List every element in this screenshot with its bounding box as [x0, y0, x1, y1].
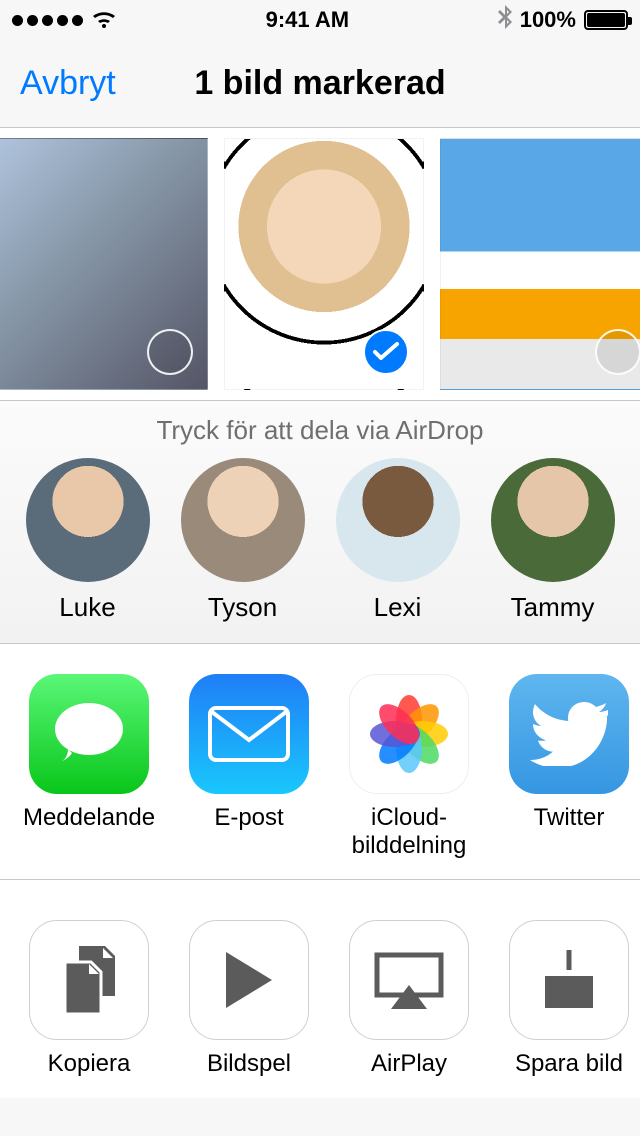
share-apps-row[interactable]: Meddelande E-post	[0, 674, 640, 859]
status-time: 9:41 AM	[266, 7, 350, 33]
status-bar: 9:41 AM 100%	[0, 0, 640, 40]
selection-checkmark-icon[interactable]	[363, 329, 409, 375]
action-slideshow[interactable]: Bildspel	[184, 920, 314, 1078]
battery-percentage: 100%	[520, 7, 576, 33]
battery-icon	[584, 10, 628, 30]
share-app-messages[interactable]: Meddelande	[24, 674, 154, 859]
avatar	[491, 458, 615, 582]
share-app-twitter[interactable]: Twitter	[504, 674, 634, 859]
photo-strip[interactable]	[0, 128, 640, 400]
signal-strength-icon	[12, 15, 83, 26]
status-right: 100%	[498, 5, 628, 35]
download-icon	[509, 920, 629, 1040]
action-airplay[interactable]: AirPlay	[344, 920, 474, 1078]
airdrop-contact[interactable]: Tammy	[478, 458, 628, 623]
actions-row[interactable]: Kopiera Bildspel AirPlay Spara bild	[0, 920, 640, 1078]
photo-thumbnail[interactable]	[0, 138, 208, 390]
app-label: iCloud-bilddelning	[344, 804, 474, 859]
action-save-image[interactable]: Spara bild	[504, 920, 634, 1078]
status-left	[12, 10, 117, 30]
selection-circle-icon[interactable]	[147, 329, 193, 375]
photo-thumbnail[interactable]	[440, 138, 640, 390]
share-app-icloud-photo-sharing[interactable]: iCloud-bilddelning	[344, 674, 474, 859]
bluetooth-icon	[498, 5, 512, 35]
action-label: Kopiera	[48, 1050, 131, 1078]
actions-section: Kopiera Bildspel AirPlay Spara bild	[0, 880, 640, 1098]
action-label: Bildspel	[207, 1050, 291, 1078]
airdrop-contacts-row: Luke Tyson Lexi Tammy	[0, 458, 640, 623]
photo-thumbnail[interactable]	[224, 138, 424, 390]
action-label: AirPlay	[371, 1050, 447, 1078]
share-apps-section: Meddelande E-post	[0, 644, 640, 880]
contact-name: Tyson	[208, 592, 277, 623]
contact-name: Luke	[59, 592, 115, 623]
airdrop-contact[interactable]: Lexi	[323, 458, 473, 623]
app-label: Twitter	[534, 804, 605, 832]
share-app-mail[interactable]: E-post	[184, 674, 314, 859]
play-icon	[189, 920, 309, 1040]
action-label: Spara bild	[515, 1050, 623, 1078]
app-label: Meddelande	[23, 804, 155, 832]
selection-circle-icon[interactable]	[595, 329, 640, 375]
airdrop-contact[interactable]: Luke	[13, 458, 163, 623]
cancel-button[interactable]: Avbryt	[20, 64, 116, 103]
avatar	[26, 458, 150, 582]
avatar	[181, 458, 305, 582]
nav-bar: Avbryt 1 bild markerad	[0, 40, 640, 128]
airdrop-prompt: Tryck för att dela via AirDrop	[0, 415, 640, 446]
airplay-icon	[349, 920, 469, 1040]
mail-icon	[189, 674, 309, 794]
action-copy[interactable]: Kopiera	[24, 920, 154, 1078]
airdrop-contact[interactable]: Tyson	[168, 458, 318, 623]
photos-icon	[349, 674, 469, 794]
contact-name: Tammy	[511, 592, 595, 623]
avatar	[336, 458, 460, 582]
messages-icon	[29, 674, 149, 794]
app-label: E-post	[214, 804, 283, 832]
twitter-icon	[509, 674, 629, 794]
airdrop-section: Tryck för att dela via AirDrop Luke Tyso…	[0, 400, 640, 644]
contact-name: Lexi	[374, 592, 422, 623]
copy-icon	[29, 920, 149, 1040]
wifi-icon	[91, 10, 117, 30]
